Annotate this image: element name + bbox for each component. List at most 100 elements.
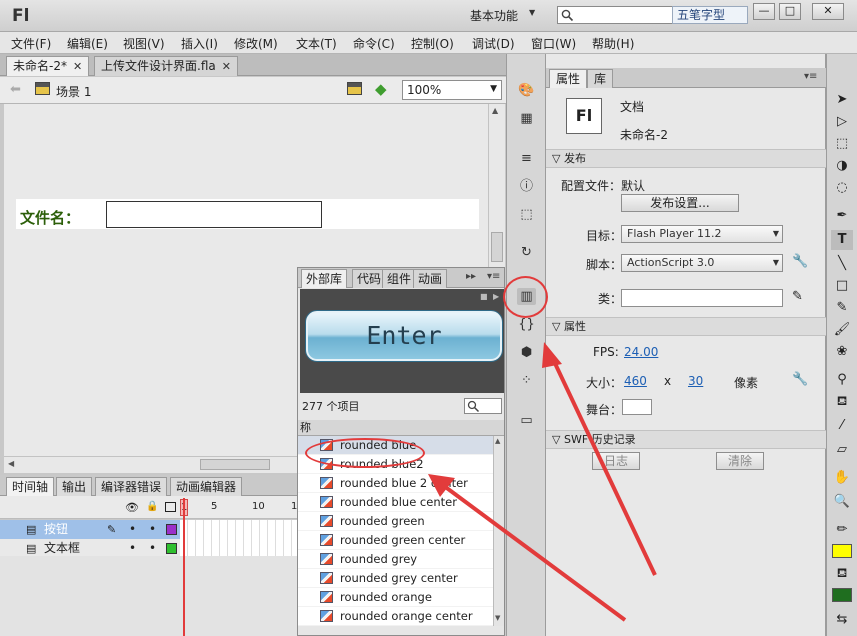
class-input[interactable] — [621, 289, 783, 307]
tab-code[interactable]: 代码 — [352, 269, 387, 288]
menu-help[interactable]: 帮助(H) — [592, 35, 634, 52]
file-name-textbox[interactable] — [106, 201, 322, 228]
list-item[interactable]: rounded orange center — [298, 607, 493, 626]
fps-value[interactable]: 24.00 — [624, 345, 658, 359]
bone-tool-icon[interactable]: ⚲ — [831, 370, 853, 390]
scroll-thumb[interactable] — [200, 459, 270, 470]
workspace-switcher[interactable]: 基本功能 — [470, 7, 518, 24]
tab-untitled-2[interactable]: 未命名-2* ✕ — [6, 56, 90, 76]
code-snippets-icon[interactable]: {} — [517, 316, 536, 333]
lasso-tool-icon[interactable]: ◌ — [831, 178, 853, 198]
fill-color-swatch[interactable] — [832, 588, 852, 602]
edit-symbols-icon[interactable]: ◆ — [375, 80, 387, 98]
layer-frames[interactable] — [180, 520, 297, 539]
transform-icon[interactable]: ⬚ — [517, 206, 536, 223]
zoom-tool-icon[interactable]: 🔍 — [831, 492, 853, 512]
info-icon[interactable]: ⓘ — [517, 178, 536, 195]
publish-section[interactable]: ▽ 发布 — [546, 149, 826, 168]
stroke-color-swatch[interactable] — [832, 544, 852, 558]
list-item[interactable]: rounded grey center — [298, 569, 493, 588]
scroll-up-icon[interactable]: ▲ — [492, 106, 498, 115]
swatches-icon[interactable]: ▦ — [517, 110, 536, 127]
list-item[interactable]: rounded green — [298, 512, 493, 531]
subselection-tool-icon[interactable]: ▷ — [831, 112, 853, 132]
motion-presets-icon[interactable]: ⁘ — [517, 372, 536, 389]
menu-modify[interactable]: 修改(M) — [234, 35, 278, 52]
tab-upload-design-fla[interactable]: 上传文件设计界面.fla ✕ — [94, 56, 238, 76]
menu-control[interactable]: 控制(O) — [411, 35, 454, 52]
playhead[interactable] — [183, 498, 185, 636]
stage-color-swatch[interactable] — [622, 399, 652, 415]
selection-tool-icon[interactable]: ➤ — [831, 90, 853, 110]
menu-file[interactable]: 文件(F) — [11, 35, 51, 52]
script-select[interactable]: ActionScript 3.0 ▼ — [621, 254, 783, 272]
width-value[interactable]: 460 — [624, 374, 647, 388]
eyedropper-tool-icon[interactable]: ⁄ — [831, 416, 853, 436]
library-scrollbar[interactable]: ▲ ▼ — [493, 436, 504, 626]
tab-components[interactable]: 组件 — [382, 269, 417, 288]
help-search-input[interactable] — [557, 6, 673, 24]
tab-external-library[interactable]: 外部库 — [301, 269, 348, 288]
brush-tool-icon[interactable]: 🖌 — [831, 320, 853, 340]
menu-edit[interactable]: 编辑(E) — [67, 35, 108, 52]
close-icon[interactable]: ✕ — [222, 60, 231, 73]
target-select[interactable]: Flash Player 11.2 ▼ — [621, 225, 783, 243]
align-icon[interactable]: ≡ — [517, 150, 536, 167]
library-name-column[interactable]: 称 — [298, 420, 504, 436]
swap-colors-icon[interactable]: ⇆ — [831, 610, 853, 630]
wrench-icon[interactable]: 🔧 — [792, 372, 808, 387]
list-item[interactable]: rounded blue center — [298, 493, 493, 512]
3d-rotation-tool-icon[interactable]: ◑ — [831, 156, 853, 176]
log-button[interactable]: 日志 — [592, 452, 640, 470]
menu-commands[interactable]: 命令(C) — [353, 35, 395, 52]
text-tool-icon[interactable]: T — [831, 230, 853, 250]
panel-menu-icon[interactable]: ▾≡ — [804, 71, 817, 82]
panel-menu-icon[interactable]: ▾≡ — [487, 271, 500, 282]
components-icon[interactable]: ⬢ — [517, 344, 536, 361]
hand-tool-icon[interactable]: ✋ — [831, 468, 853, 488]
list-item[interactable]: rounded grey — [298, 550, 493, 569]
list-item[interactable]: rounded green center — [298, 531, 493, 550]
back-arrow-icon[interactable]: ⬅ — [10, 82, 21, 97]
visibility-dot[interactable]: • — [129, 520, 136, 539]
project-icon[interactable]: ▭ — [517, 412, 536, 429]
lock-icon[interactable]: 🔒 — [146, 501, 158, 512]
eraser-tool-icon[interactable]: ▱ — [831, 440, 853, 460]
edit-scene-icon[interactable] — [347, 82, 362, 95]
stop-icon[interactable]: ■ — [480, 292, 488, 301]
menu-view[interactable]: 视图(V) — [123, 35, 165, 52]
line-tool-icon[interactable]: ╲ — [831, 254, 853, 274]
close-button[interactable]: ✕ — [812, 3, 844, 20]
clear-button[interactable]: 清除 — [716, 452, 764, 470]
lock-dot[interactable]: • — [149, 520, 156, 539]
height-value[interactable]: 30 — [688, 374, 703, 388]
outline-icon[interactable] — [165, 502, 176, 512]
history-icon[interactable]: ↻ — [517, 244, 536, 261]
scroll-thumb[interactable] — [491, 232, 503, 262]
layer-button[interactable]: ▤ 按钮 ✎ • • — [0, 520, 297, 539]
play-icon[interactable]: ▶ — [493, 292, 499, 301]
rectangle-tool-icon[interactable]: □ — [831, 276, 853, 296]
minimize-button[interactable]: — — [753, 3, 775, 20]
wrench-icon[interactable]: 🔧 — [792, 254, 808, 269]
ime-indicator[interactable]: 五笔字型 — [672, 6, 748, 24]
pencil-icon[interactable]: ✎ — [792, 289, 803, 304]
collapse-icon[interactable]: ▸▸ — [466, 271, 476, 282]
scroll-left-icon[interactable]: ◀ — [8, 459, 14, 468]
close-icon[interactable]: ✕ — [73, 60, 82, 73]
tab-output[interactable]: 输出 — [56, 477, 93, 496]
tab-motion-editor[interactable]: 动画编辑器 — [170, 477, 243, 496]
list-item[interactable]: rounded blue 2 center — [298, 474, 493, 493]
swf-history-section[interactable]: ▽ SWF 历史记录 — [546, 430, 826, 449]
stroke-color-icon[interactable]: ✏ — [831, 520, 853, 540]
maximize-button[interactable]: □ — [779, 3, 801, 20]
menu-text[interactable]: 文本(T) — [296, 35, 337, 52]
paint-bucket-tool-icon[interactable]: ⛾ — [831, 392, 853, 412]
layer-color-swatch[interactable] — [166, 524, 177, 535]
tab-timeline[interactable]: 时间轴 — [6, 477, 55, 496]
pencil-tool-icon[interactable]: ✎ — [831, 298, 853, 318]
fill-color-icon[interactable]: ⛾ — [831, 564, 853, 584]
tab-compiler-errors[interactable]: 编译器错误 — [95, 477, 168, 496]
eye-icon[interactable]: 👁 — [125, 501, 139, 514]
zoom-select[interactable]: 100% ▼ — [402, 80, 502, 100]
